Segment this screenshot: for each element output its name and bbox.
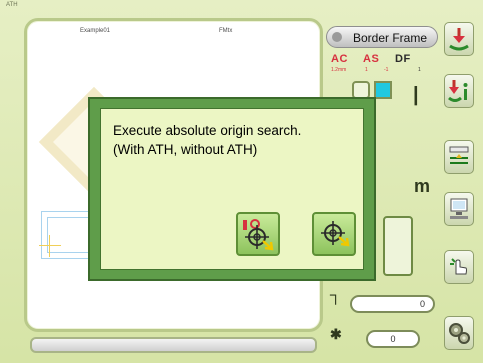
dialog-body: Execute absolute origin search. (With AT…: [100, 108, 364, 270]
origin-cross-horizontal: [39, 245, 61, 246]
design-format: FMtx: [219, 28, 233, 34]
code-sub-4: 1: [418, 67, 421, 73]
origin-cross-vertical: [49, 235, 50, 257]
code-sub-1: 1.2mm: [331, 67, 347, 73]
needle-down-icon: [449, 28, 469, 51]
hand-touch-button[interactable]: [444, 250, 474, 284]
code-sub-2: 1: [365, 67, 368, 73]
monitor-icon: [450, 198, 468, 219]
screen: ATH Example01 FMtx Border Frame AC AS DF…: [0, 0, 483, 363]
color-swatch[interactable]: [374, 81, 392, 99]
with-ath-origin-search-button[interactable]: [236, 212, 280, 256]
needle-down-button[interactable]: [444, 22, 474, 56]
counter-display-2: 0: [366, 330, 420, 348]
corner-tag: ATH: [6, 2, 18, 8]
unit-letter: m: [414, 176, 431, 196]
monitor-button[interactable]: [444, 192, 474, 226]
gears-icon: [449, 323, 470, 344]
bobbin-icon: ✱: [330, 326, 342, 342]
frame-move-icon: [449, 146, 469, 164]
border-frame-button[interactable]: Border Frame: [326, 26, 438, 48]
origin-search-dialog: Execute absolute origin search. (With AT…: [88, 97, 376, 281]
code-as: AS: [363, 53, 380, 65]
design-name: Example01: [80, 28, 111, 34]
bracket-icon: |: [413, 84, 419, 106]
dialog-message-line-1: Execute absolute origin search.: [113, 123, 302, 138]
dialog-message: Execute absolute origin search. (With AT…: [113, 121, 301, 159]
needle-info-icon: [448, 80, 468, 102]
hand-touch-icon: [450, 258, 467, 275]
side-slider[interactable]: [383, 216, 413, 276]
with-ath-origin-search-icon: [243, 219, 274, 251]
needle-info-button[interactable]: [444, 74, 474, 108]
without-ath-origin-search-button[interactable]: [312, 212, 356, 256]
settings-button[interactable]: [444, 316, 474, 350]
code-ac: AC: [331, 53, 348, 65]
code-df: DF: [395, 53, 411, 65]
code-sub-3: -1: [384, 67, 389, 73]
progress-slider[interactable]: [30, 337, 317, 353]
counter-display-1: 0: [350, 295, 435, 313]
frame-indicator-icon: [332, 32, 342, 42]
thread-hook-icon: ┐: [330, 287, 342, 304]
border-frame-label: Border Frame: [352, 31, 428, 45]
hoop-outline-inner: [47, 217, 89, 253]
frame-move-button[interactable]: [444, 140, 474, 174]
dialog-message-line-2: (With ATH, without ATH): [113, 142, 258, 157]
without-ath-origin-search-icon: [321, 221, 350, 247]
